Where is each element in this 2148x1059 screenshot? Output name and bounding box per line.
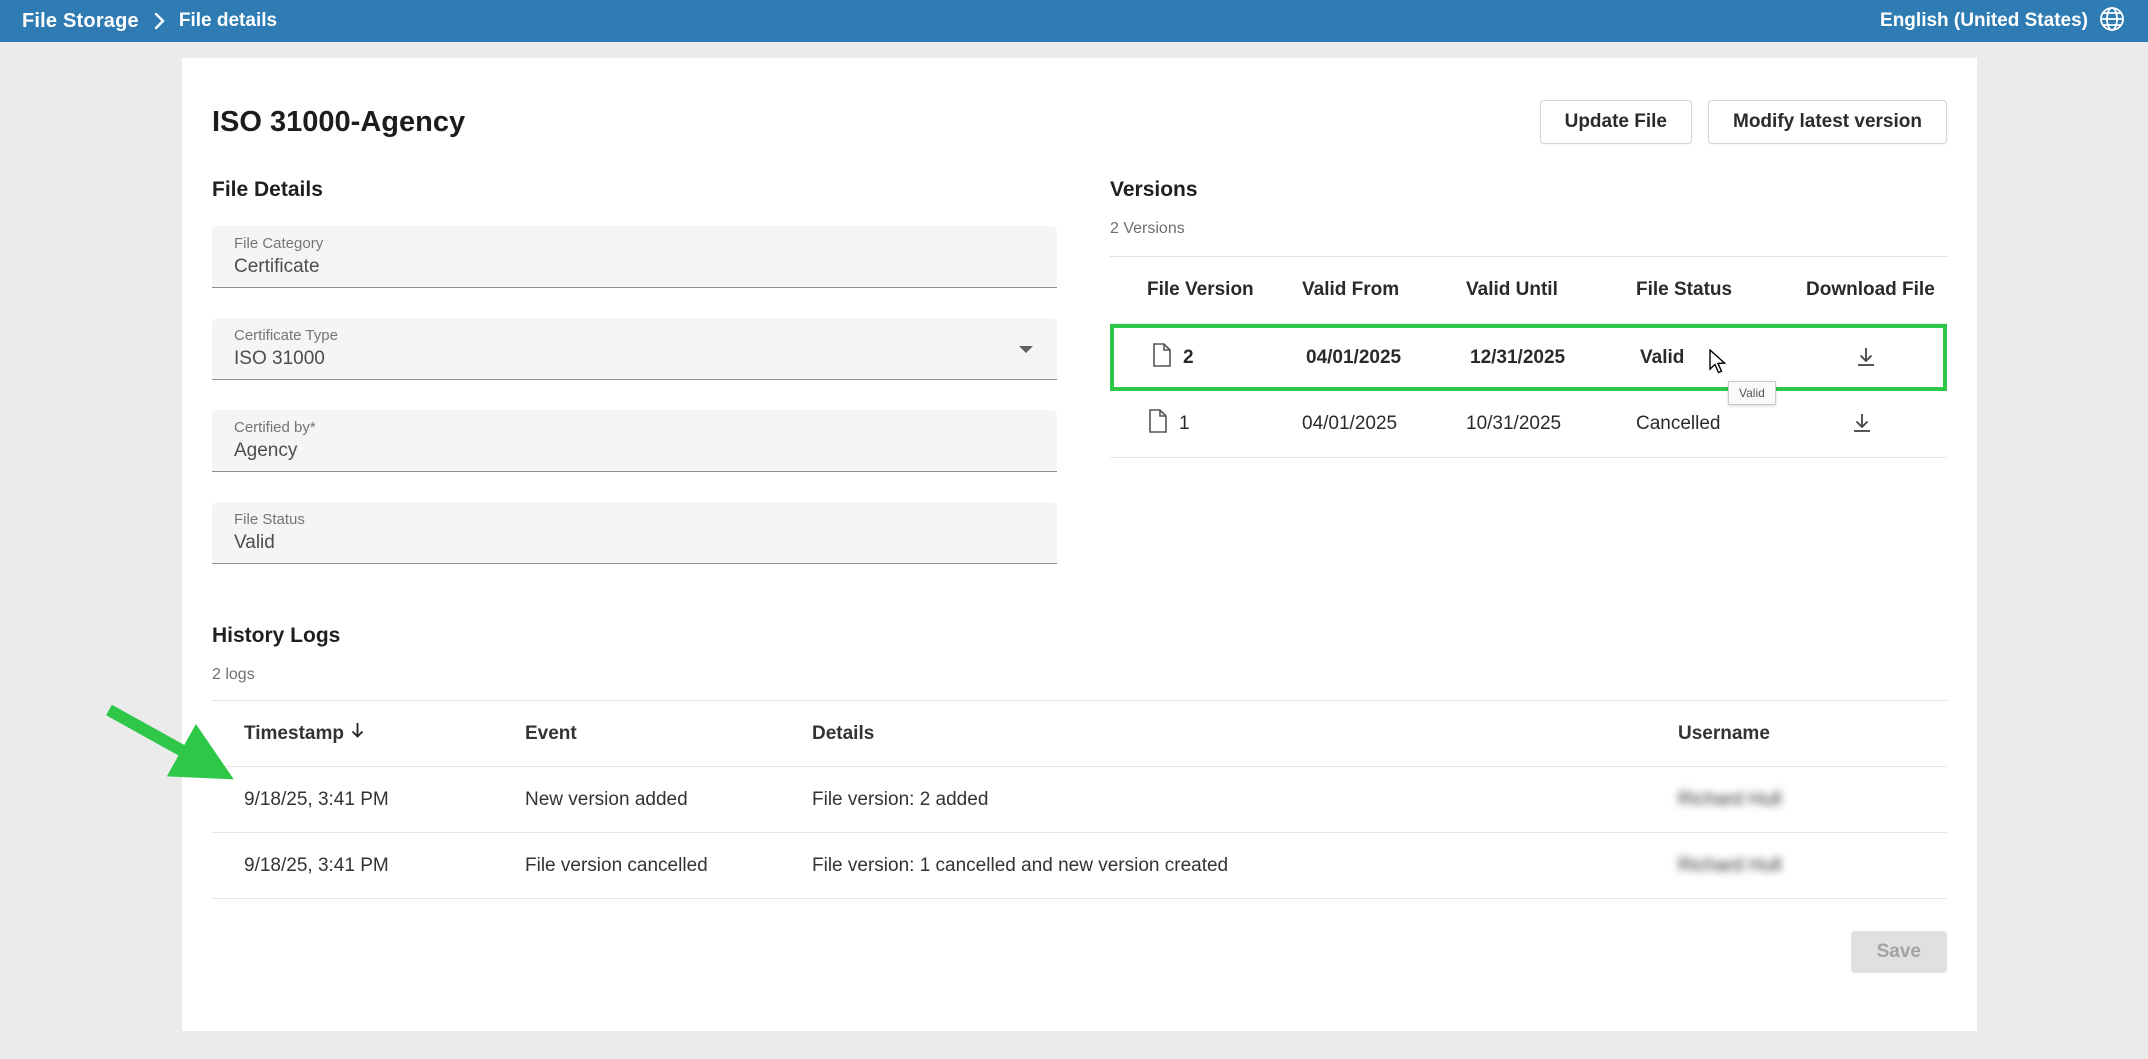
valid-until-value: 10/31/2025: [1466, 413, 1636, 435]
versions-count: 2 Versions: [1110, 220, 1947, 238]
history-logs-table: Timestamp Event Details Username 9/18/25…: [212, 700, 1947, 899]
file-status-label: File Status: [234, 511, 1035, 528]
header-actions: Update File Modify latest version: [1540, 100, 1947, 144]
download-file-button[interactable]: [1850, 341, 1882, 373]
file-details-section: File Details File Category Certificate C…: [212, 178, 1057, 564]
save-button[interactable]: Save: [1851, 931, 1947, 973]
col-valid-from: Valid From: [1302, 279, 1466, 301]
log-username: Richard Hull: [1678, 789, 1947, 811]
versions-title: Versions: [1110, 178, 1947, 202]
file-details-fields: File Category Certificate Certificate Ty…: [212, 226, 1057, 564]
log-details: File version: 1 cancelled and new versio…: [812, 855, 1678, 877]
document-icon: [1147, 408, 1169, 440]
col-timestamp-sort[interactable]: Timestamp: [244, 722, 525, 745]
log-details: File version: 2 added: [812, 789, 1678, 811]
globe-icon[interactable]: [2098, 5, 2126, 38]
log-username: Richard Hull: [1678, 855, 1947, 877]
file-status-field[interactable]: File Status Valid: [212, 502, 1057, 564]
col-valid-until: Valid Until: [1466, 279, 1636, 301]
col-username: Username: [1678, 723, 1947, 745]
certificate-type-label: Certificate Type: [234, 327, 1035, 344]
breadcrumb: File Storage File details: [22, 10, 277, 33]
file-category-value: Certificate: [234, 256, 1035, 278]
certified-by-label: Certified by*: [234, 419, 1035, 436]
version-number: 1: [1179, 413, 1190, 435]
file-status-value: Valid: [234, 532, 1035, 554]
content-columns: File Details File Category Certificate C…: [212, 178, 1947, 564]
page-title: ISO 31000-Agency: [212, 106, 465, 139]
history-log-row[interactable]: 9/18/25, 3:41 PM File version cancelled …: [212, 833, 1947, 899]
save-row: Save: [212, 931, 1947, 973]
valid-from-value: 04/01/2025: [1302, 413, 1466, 435]
history-logs-title: History Logs: [212, 624, 1947, 648]
document-icon: [1151, 342, 1173, 374]
chevron-down-icon[interactable]: [1019, 346, 1033, 353]
history-log-row[interactable]: 9/18/25, 3:41 PM New version added File …: [212, 767, 1947, 833]
col-event: Event: [525, 723, 812, 745]
status-tooltip: Valid: [1728, 381, 1776, 405]
breadcrumb-file-storage[interactable]: File Storage: [22, 10, 139, 33]
col-file-version: File Version: [1147, 279, 1302, 301]
file-status-value: Cancelled: [1636, 413, 1806, 435]
certificate-type-select[interactable]: Certificate Type ISO 31000: [212, 318, 1057, 380]
certificate-type-value: ISO 31000: [234, 348, 1035, 370]
mouse-cursor-icon: [1706, 349, 1730, 380]
log-timestamp: 9/18/25, 3:41 PM: [244, 789, 525, 811]
file-details-title: File Details: [212, 178, 1057, 202]
versions-section: Versions 2 Versions File Version Valid F…: [1110, 178, 1947, 564]
log-event: File version cancelled: [525, 855, 812, 877]
valid-until-value: 12/31/2025: [1470, 347, 1640, 369]
file-category-label: File Category: [234, 235, 1035, 252]
certified-by-field[interactable]: Certified by* Agency: [212, 410, 1057, 472]
history-logs-section: History Logs 2 logs Timestamp Event Deta…: [212, 624, 1947, 973]
log-event: New version added: [525, 789, 812, 811]
valid-from-value: 04/01/2025: [1306, 347, 1470, 369]
version-row-1[interactable]: 1 04/01/2025 10/31/2025 Cancelled: [1110, 391, 1947, 458]
col-download-file: Download File: [1806, 279, 1947, 301]
language-label: English (United States): [1880, 10, 2088, 32]
log-timestamp: 9/18/25, 3:41 PM: [244, 855, 525, 877]
breadcrumb-chevron-icon: [153, 12, 165, 30]
col-details: Details: [812, 723, 1678, 745]
card-header: ISO 31000-Agency Update File Modify late…: [212, 100, 1947, 144]
version-row-2[interactable]: 2 04/01/2025 12/31/2025 Valid: [1110, 324, 1947, 391]
certified-by-value: Agency: [234, 440, 1035, 462]
breadcrumb-current-page: File details: [179, 10, 277, 32]
sort-arrow-down-icon: [350, 722, 365, 745]
file-details-card: ISO 31000-Agency Update File Modify late…: [182, 58, 1977, 1031]
version-number: 2: [1183, 347, 1194, 369]
versions-table: File Version Valid From Valid Until File…: [1110, 256, 1947, 458]
history-table-header: Timestamp Event Details Username: [212, 701, 1947, 767]
download-file-button[interactable]: [1846, 407, 1878, 439]
top-navigation-bar: File Storage File details English (Unite…: [0, 0, 2148, 42]
history-logs-count: 2 logs: [212, 666, 1947, 684]
file-category-field[interactable]: File Category Certificate: [212, 226, 1057, 288]
versions-table-header: File Version Valid From Valid Until File…: [1110, 257, 1947, 324]
update-file-button[interactable]: Update File: [1540, 100, 1692, 144]
col-timestamp-label: Timestamp: [244, 723, 344, 745]
col-file-status: File Status: [1636, 279, 1806, 301]
modify-latest-version-button[interactable]: Modify latest version: [1708, 100, 1947, 144]
language-selector[interactable]: English (United States): [1880, 5, 2126, 38]
